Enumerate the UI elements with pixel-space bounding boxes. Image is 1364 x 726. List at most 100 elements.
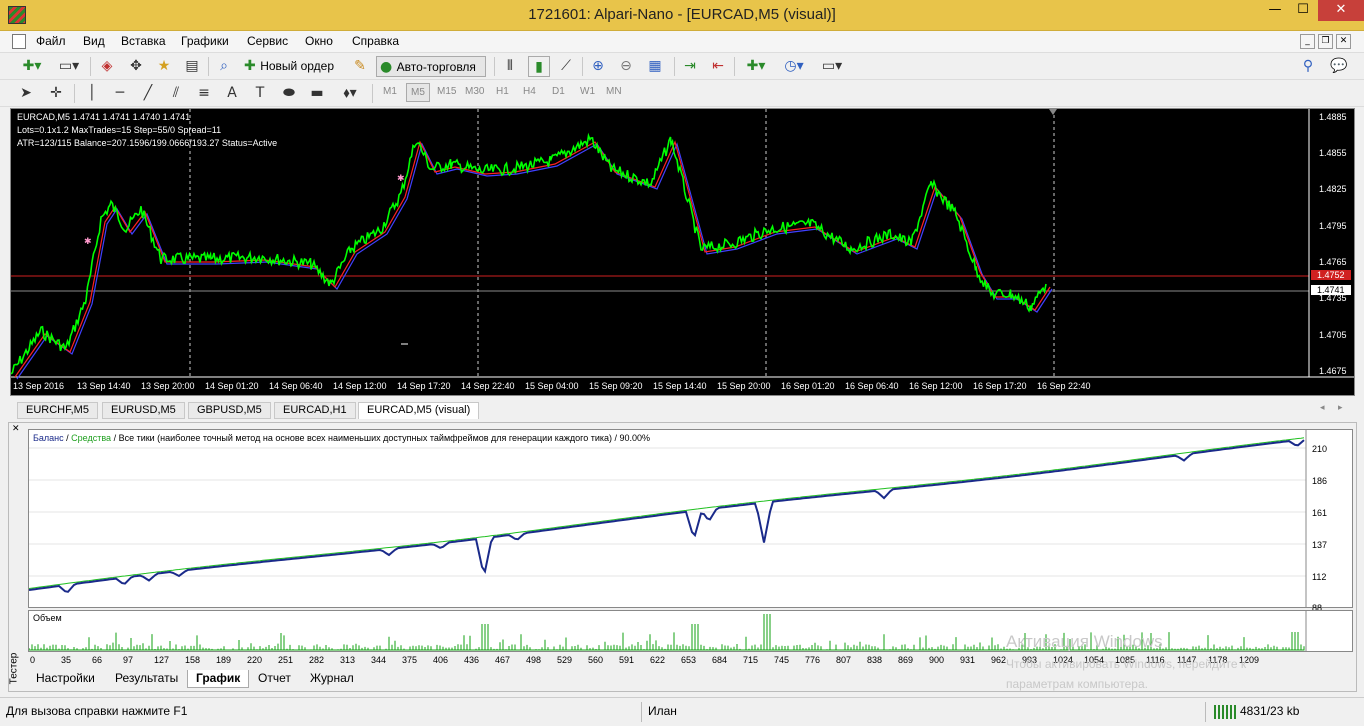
mdi-restore-button[interactable]: ❐ bbox=[1318, 34, 1333, 49]
toolbar-separator bbox=[74, 84, 75, 103]
menu-insert[interactable]: Вставка bbox=[121, 34, 166, 48]
time-axis-label: 16 Sep 01:20 bbox=[781, 381, 835, 391]
trade-count-label: 158 bbox=[185, 655, 201, 665]
ellipse-icon[interactable]: ⬬ bbox=[278, 83, 300, 104]
rectangle-icon[interactable]: ▬ bbox=[306, 83, 328, 104]
legend-method: / Все тики (наиболее точный метод на осн… bbox=[113, 433, 651, 443]
fibonacci-icon[interactable]: ≡ bbox=[194, 83, 214, 104]
timeframe-h1[interactable]: H1 bbox=[496, 86, 509, 97]
minimize-button[interactable]: — bbox=[1262, 0, 1288, 22]
timeframe-m1[interactable]: M1 bbox=[383, 86, 397, 97]
tab-graph[interactable]: График bbox=[187, 670, 250, 688]
new-chart-icon[interactable]: ✚▾ bbox=[18, 56, 46, 77]
tab-journal[interactable]: Журнал bbox=[302, 670, 362, 688]
line-chart-icon[interactable]: ⟋ bbox=[556, 56, 576, 77]
vertical-line-icon[interactable]: │ bbox=[82, 83, 102, 104]
menu-tools[interactable]: Сервис bbox=[247, 34, 288, 48]
time-axis-label: 16 Sep 12:00 bbox=[909, 381, 963, 391]
search-icon[interactable]: ⚲ bbox=[1298, 56, 1318, 77]
auto-scroll-icon[interactable]: ⇥ bbox=[680, 56, 700, 77]
chart-tab-eurcad-m5-visual[interactable]: EURCAD,M5 (visual) bbox=[358, 402, 480, 419]
chart-tab-gbpusd-m5[interactable]: GBPUSD,M5 bbox=[188, 402, 271, 419]
standard-toolbar: ✚▾ ▭▾ ◈ ✥ ★ ▤ ⌕ ✚ Новый ордер ✎ ● Авто-т… bbox=[0, 53, 1364, 80]
chart-tab-eurcad-h1[interactable]: EURCAD,H1 bbox=[274, 402, 356, 419]
navigator-icon[interactable]: ✥ bbox=[126, 56, 146, 77]
zoom-in-icon[interactable]: ⊕ bbox=[588, 56, 608, 77]
tile-windows-icon[interactable]: ▦ bbox=[644, 56, 666, 77]
timeframe-m30[interactable]: M30 bbox=[465, 86, 484, 97]
equity-axis-label: 112 bbox=[1312, 572, 1327, 582]
close-button[interactable]: ✕ bbox=[1318, 0, 1364, 21]
trade-count-label: 97 bbox=[123, 655, 134, 665]
price-axis-label: 1.4795 bbox=[1319, 221, 1347, 231]
toolbar-separator bbox=[90, 57, 91, 76]
menu-view[interactable]: Вид bbox=[83, 34, 105, 48]
cursor-icon[interactable]: ➤ bbox=[16, 83, 36, 104]
trade-count-label: 529 bbox=[557, 655, 573, 665]
mdi-minimize-button[interactable]: _ bbox=[1300, 34, 1315, 49]
candlestick-icon[interactable]: ▮ bbox=[528, 56, 550, 77]
trade-count-label: 622 bbox=[650, 655, 666, 665]
tester-close-icon[interactable]: ✕ bbox=[12, 424, 20, 434]
indicators-icon[interactable]: ✚▾ bbox=[740, 56, 772, 77]
chart-shift-icon[interactable]: ⇤ bbox=[708, 56, 728, 77]
trade-count-label: 745 bbox=[774, 655, 790, 665]
profiles-icon[interactable]: ▭▾ bbox=[54, 56, 84, 77]
tab-scroll-right-icon[interactable]: ▸ bbox=[1338, 403, 1343, 413]
crosshair-icon[interactable]: ✛ bbox=[46, 83, 66, 104]
time-axis-label: 15 Sep 14:40 bbox=[653, 381, 707, 391]
price-chart[interactable]: ✱ ✱ EURCAD,M5 1.4741 1.4741 1.4740 1.474… bbox=[10, 108, 1355, 396]
menu-help[interactable]: Справка bbox=[352, 34, 399, 48]
trade-count-label: 962 bbox=[991, 655, 1007, 665]
tab-report[interactable]: Отчет bbox=[250, 670, 299, 688]
new-order-button[interactable]: ✚ Новый ордер bbox=[244, 56, 344, 77]
horizontal-line-icon[interactable]: ─ bbox=[110, 83, 130, 104]
trade-count-label: 251 bbox=[278, 655, 294, 665]
time-axis-label: 14 Sep 01:20 bbox=[205, 381, 259, 391]
timeframe-m5[interactable]: M5 bbox=[406, 83, 430, 102]
channel-icon[interactable]: ⫽ bbox=[166, 83, 186, 104]
strategy-tester-icon[interactable]: ⌕ bbox=[214, 56, 234, 77]
price-chart-canvas: ✱ ✱ bbox=[11, 109, 1354, 380]
tab-results[interactable]: Результаты bbox=[107, 670, 186, 688]
toolbar-separator bbox=[582, 57, 583, 76]
tab-settings[interactable]: Настройки bbox=[28, 670, 103, 688]
menu-charts[interactable]: Графики bbox=[181, 34, 229, 48]
bar-chart-icon[interactable]: ⫴ bbox=[500, 56, 520, 77]
metaeditor-icon[interactable]: ✎ bbox=[350, 56, 370, 77]
tab-scroll-left-icon[interactable]: ◂ bbox=[1320, 403, 1325, 413]
time-axis-label: 13 Sep 14:40 bbox=[77, 381, 131, 391]
market-watch-icon[interactable]: ◈ bbox=[97, 56, 117, 77]
maximize-button[interactable]: ☐ bbox=[1290, 0, 1316, 22]
templates-icon[interactable]: ▭▾ bbox=[816, 56, 848, 77]
equity-axis-label: 161 bbox=[1312, 508, 1328, 518]
trendline-icon[interactable]: ╱ bbox=[138, 83, 158, 104]
time-axis-label: 15 Sep 20:00 bbox=[717, 381, 771, 391]
arrows-icon[interactable]: ⬧▾ bbox=[336, 83, 364, 104]
mdi-close-button[interactable]: ✕ bbox=[1336, 34, 1351, 49]
text-label-icon[interactable]: T bbox=[250, 83, 270, 104]
timeframe-d1[interactable]: D1 bbox=[552, 86, 565, 97]
autotrade-button[interactable]: ● Авто-торговля bbox=[376, 56, 486, 77]
menu-file[interactable]: Файл bbox=[36, 34, 66, 48]
timeframe-w1[interactable]: W1 bbox=[580, 86, 595, 97]
trade-count-label: 838 bbox=[867, 655, 883, 665]
timeframe-mn[interactable]: MN bbox=[606, 86, 622, 97]
text-icon[interactable]: A bbox=[222, 83, 242, 104]
trade-count-label: 66 bbox=[92, 655, 103, 665]
zoom-out-icon[interactable]: ⊖ bbox=[616, 56, 636, 77]
chat-icon[interactable]: 💬 bbox=[1326, 56, 1352, 77]
equity-chart: Баланс / Средства / Все тики (наиболее т… bbox=[28, 429, 1353, 613]
terminal-icon[interactable]: ▤ bbox=[182, 56, 202, 77]
menu-window[interactable]: Окно bbox=[305, 34, 333, 48]
chart-tab-eurchf-m5[interactable]: EURCHF,M5 bbox=[17, 402, 98, 419]
autotrade-icon: ● bbox=[380, 59, 393, 75]
timeframe-h4[interactable]: H4 bbox=[523, 86, 536, 97]
activation-watermark-title: Активация Windows bbox=[1006, 632, 1163, 651]
timeframe-m15[interactable]: M15 bbox=[437, 86, 456, 97]
equity-chart-canvas bbox=[29, 430, 1307, 607]
chart-tab-eurusd-m5[interactable]: EURUSD,M5 bbox=[102, 402, 185, 419]
activation-watermark-text: Чтобы активировать Windows, перейдите к bbox=[1006, 657, 1247, 671]
favorites-icon[interactable]: ★ bbox=[154, 56, 174, 77]
periods-icon[interactable]: ◷▾ bbox=[778, 56, 810, 77]
